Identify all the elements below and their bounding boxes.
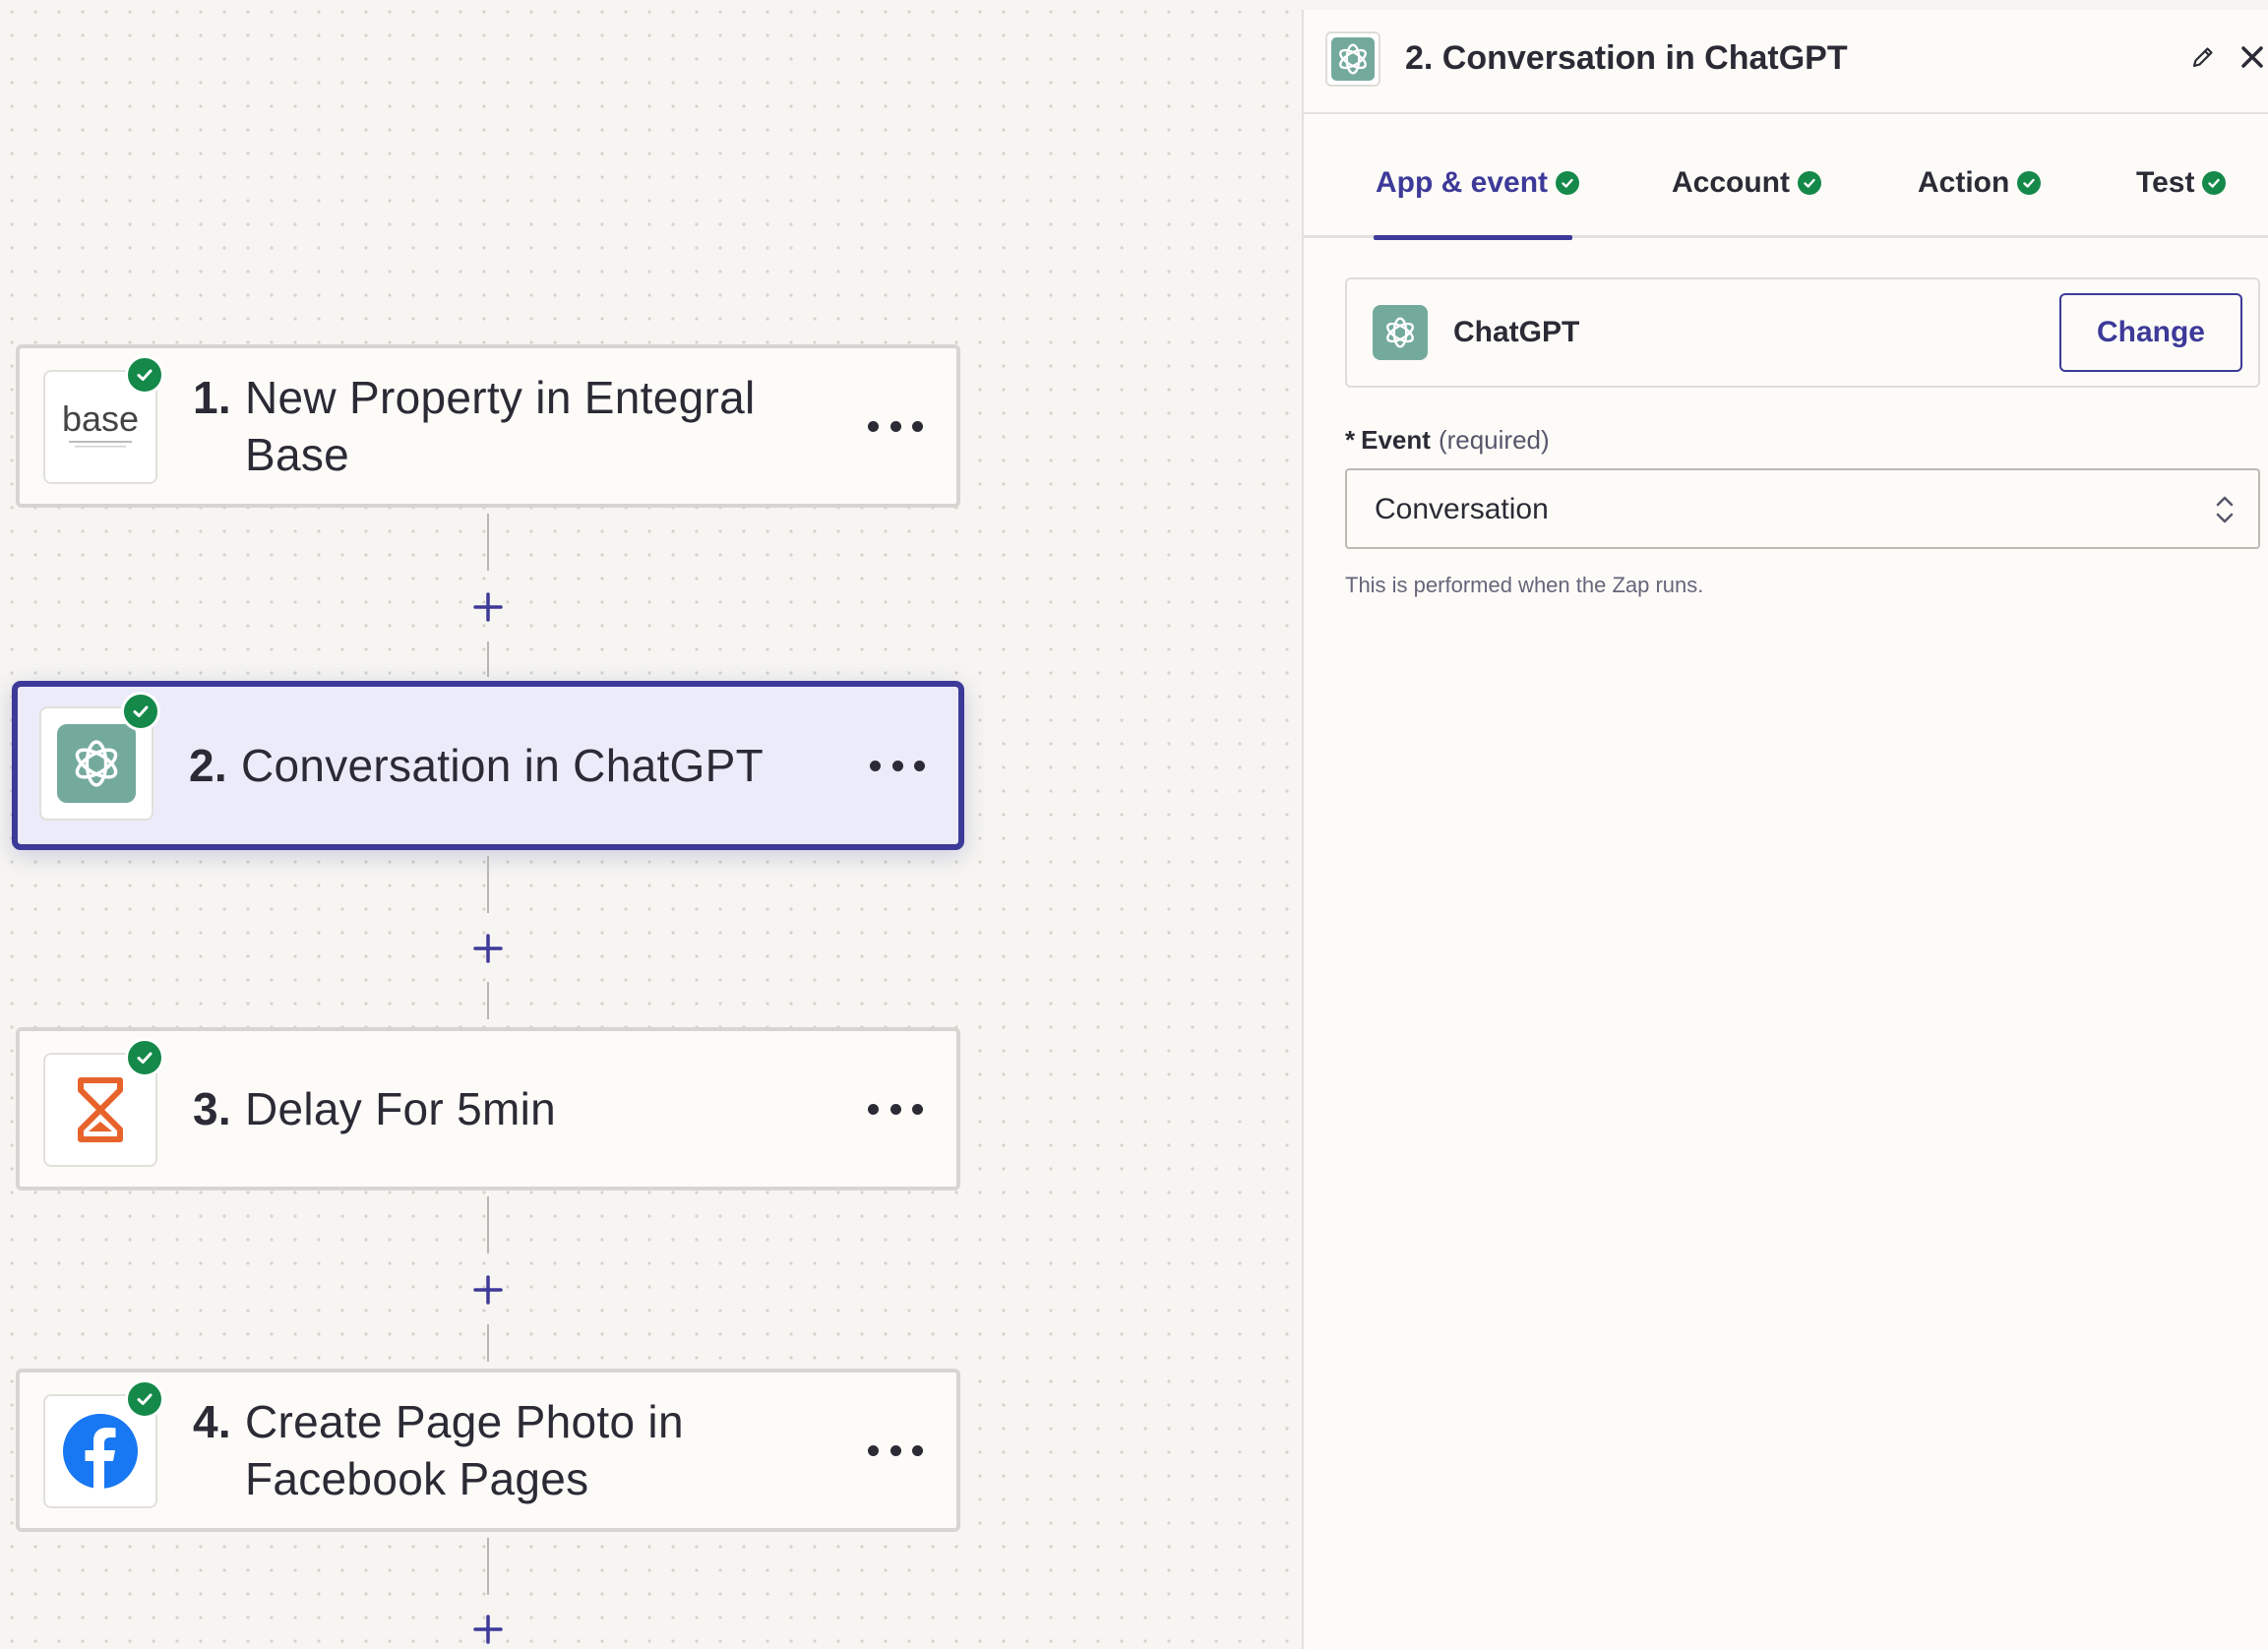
step-card-1[interactable]: base 1. New Property in Entegral Base	[16, 344, 960, 508]
step-complete-check-icon	[125, 355, 164, 395]
plus-icon	[473, 934, 503, 963]
connector-line	[487, 856, 489, 913]
close-icon	[2241, 46, 2263, 68]
connector-line	[487, 982, 489, 1019]
connector-line	[487, 514, 489, 571]
step-complete-check-icon	[125, 1379, 164, 1419]
hourglass-icon	[78, 1077, 123, 1142]
event-select[interactable]: Conversation	[1345, 468, 2260, 549]
tab-app-and-event[interactable]: App & event	[1376, 161, 1580, 205]
selected-app-box: ChatGPT Change	[1345, 277, 2260, 388]
tab-complete-check-icon	[2017, 171, 2042, 195]
tab-complete-check-icon	[1798, 171, 1821, 195]
zap-editor: base 1. New Property in Entegral Base 2.…	[0, 0, 2268, 1649]
step-more-options-button[interactable]	[868, 1435, 923, 1465]
step-editor-panel: 2. Conversation in ChatGPT App & event A…	[1302, 10, 2268, 1649]
step-title: 4. Create Page Photo in Facebook Pages	[193, 1393, 823, 1507]
step-number: 3.	[193, 1083, 231, 1134]
step-card-2[interactable]: 2. Conversation in ChatGPT	[12, 681, 964, 850]
step-card-3[interactable]: 3. Delay For 5min	[16, 1027, 960, 1191]
select-updown-icon	[2216, 496, 2234, 523]
base-logo-icon: base	[62, 398, 139, 448]
facebook-icon	[63, 1414, 138, 1489]
step-number: 2.	[189, 740, 227, 791]
panel-tabs: App & event Account Action Test	[1304, 116, 2268, 240]
workflow-canvas[interactable]: base 1. New Property in Entegral Base 2.…	[0, 0, 1302, 1649]
step-card-4[interactable]: 4. Create Page Photo in Facebook Pages	[16, 1369, 960, 1532]
connector-line	[487, 1196, 489, 1253]
active-tab-indicator	[1374, 235, 1572, 240]
panel-header: 2. Conversation in ChatGPT	[1304, 10, 2268, 114]
panel-title: 2. Conversation in ChatGPT	[1405, 39, 1848, 77]
step-complete-check-icon	[121, 692, 160, 731]
change-app-button[interactable]: Change	[2059, 293, 2242, 372]
chatgpt-icon	[1331, 37, 1375, 81]
tab-complete-check-icon	[2202, 171, 2227, 195]
add-step-button[interactable]	[468, 1610, 508, 1649]
plus-icon	[473, 1615, 503, 1644]
add-step-button[interactable]	[468, 929, 508, 968]
connector-line	[487, 641, 489, 677]
panel-app-icon	[1325, 31, 1380, 87]
step-more-options-button[interactable]	[868, 1094, 923, 1124]
event-select-value: Conversation	[1375, 493, 1549, 525]
svg-text:base: base	[62, 398, 139, 439]
step-title: 1. New Property in Entegral Base	[193, 369, 823, 483]
tab-complete-check-icon	[1556, 171, 1580, 195]
app-name: ChatGPT	[1453, 316, 1580, 348]
connector-line	[487, 1324, 489, 1362]
plus-icon	[473, 592, 503, 622]
step-number: 4.	[193, 1396, 231, 1447]
step-name: Conversation in ChatGPT	[240, 740, 764, 791]
step-title: 2. Conversation in ChatGPT	[189, 737, 819, 794]
chatgpt-icon	[1386, 317, 1414, 348]
add-step-button[interactable]	[468, 1270, 508, 1310]
app-box-icon	[1373, 305, 1428, 360]
tab-account[interactable]: Account	[1672, 161, 1821, 205]
close-panel-button[interactable]	[2238, 43, 2268, 75]
plus-icon	[473, 1275, 503, 1305]
step-name: Delay For 5min	[244, 1083, 557, 1134]
pencil-icon	[2192, 47, 2213, 68]
step-number: 1.	[193, 372, 231, 423]
required-marker: *	[1345, 425, 1356, 455]
step-complete-check-icon	[125, 1038, 164, 1077]
step-name: Create Page Photo in Facebook Pages	[244, 1396, 684, 1504]
step-more-options-button[interactable]	[870, 751, 925, 780]
event-field-label: * Event (required)	[1345, 425, 1550, 455]
step-title: 3. Delay For 5min	[193, 1080, 823, 1137]
rename-step-button[interactable]	[2189, 43, 2221, 75]
required-text: (required)	[1438, 425, 1550, 455]
step-name: New Property in Entegral Base	[244, 372, 756, 480]
tab-action[interactable]: Action	[1918, 161, 2042, 205]
event-help-text: This is performed when the Zap runs.	[1345, 573, 1704, 597]
add-step-button[interactable]	[468, 587, 508, 627]
tab-test[interactable]: Test	[2136, 161, 2227, 205]
connector-line	[487, 1538, 489, 1595]
step-more-options-button[interactable]	[868, 411, 923, 441]
chatgpt-icon	[75, 740, 118, 787]
